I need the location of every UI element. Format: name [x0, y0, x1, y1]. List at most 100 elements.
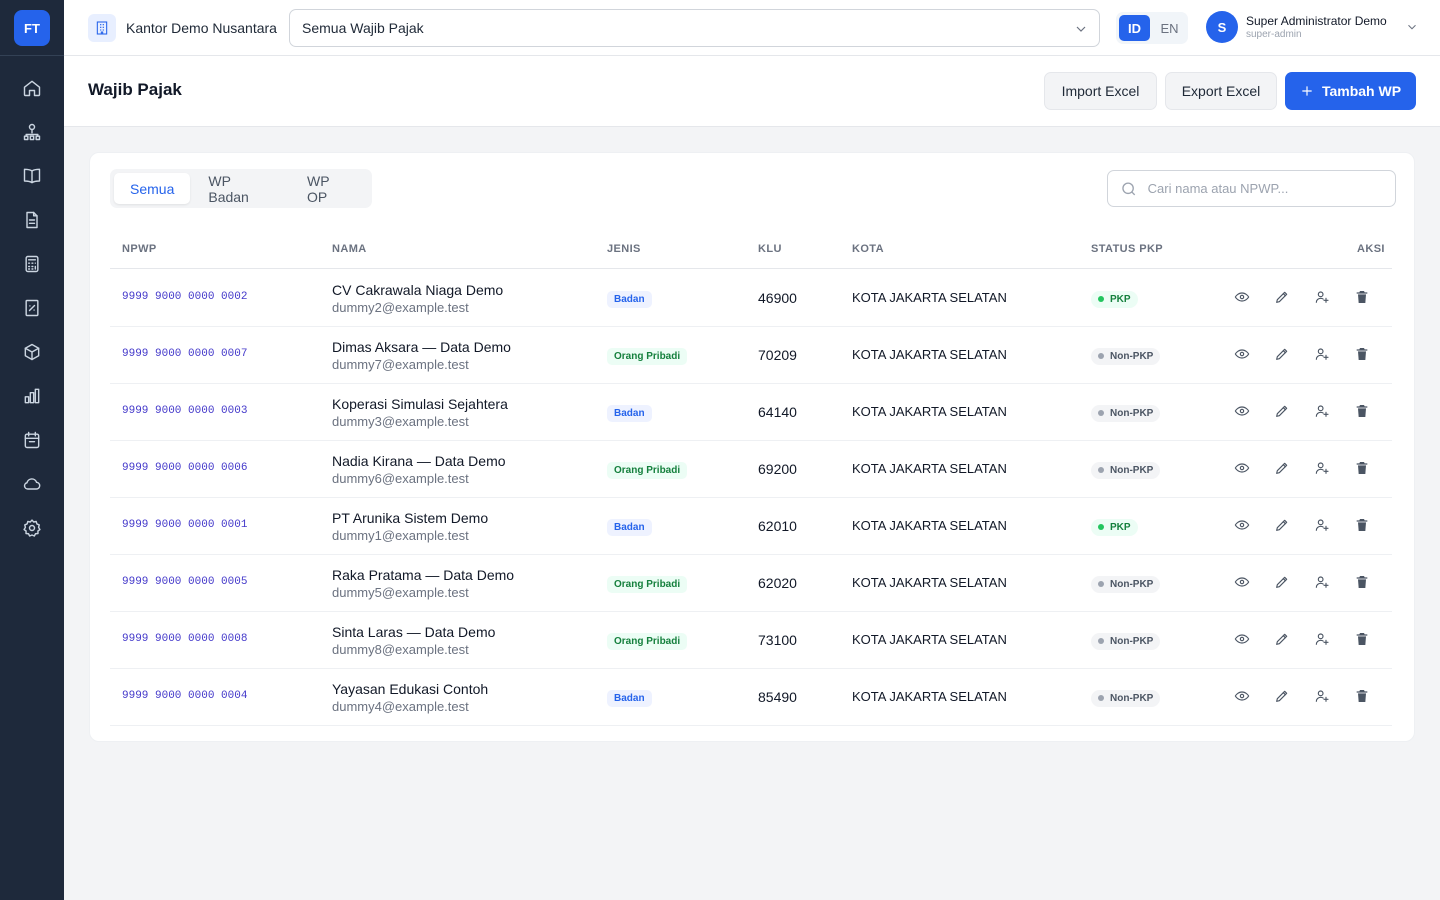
- assign-user-button[interactable]: [1314, 631, 1330, 647]
- tab-semua[interactable]: Semua: [114, 173, 191, 204]
- taxpayer-name[interactable]: Nadia Kirana — Data Demo: [332, 452, 506, 470]
- table-row[interactable]: 9999 9000 0000 0007 Dimas Aksara — Data …: [110, 327, 1392, 384]
- page-header: Wajib Pajak Import Excel Export Excel Ta…: [64, 56, 1440, 127]
- import-excel-button[interactable]: Import Excel: [1044, 72, 1157, 110]
- table-row[interactable]: 9999 9000 0000 0008 Sinta Laras — Data D…: [110, 612, 1392, 669]
- status-label: Non-PKP: [1110, 407, 1154, 419]
- view-button[interactable]: [1234, 631, 1250, 647]
- npwp-link[interactable]: 9999 9000 0000 0001: [122, 519, 247, 531]
- taxpayer-name[interactable]: Koperasi Simulasi Sejahtera: [332, 395, 508, 413]
- tab-wp-op[interactable]: WP OP: [291, 173, 368, 205]
- office-switcher[interactable]: Kantor Demo Nusantara: [88, 14, 277, 42]
- sidebar-item-cloud[interactable]: [0, 462, 64, 506]
- tab-wp-badan[interactable]: WP Badan: [192, 173, 289, 205]
- col-npwp[interactable]: NPWP: [122, 243, 157, 255]
- taxpayer-name[interactable]: CV Cakrawala Niaga Demo: [332, 281, 503, 299]
- export-excel-button[interactable]: Export Excel: [1165, 72, 1277, 110]
- npwp-link[interactable]: 9999 9000 0000 0006: [122, 462, 247, 474]
- taxpayer-name[interactable]: Dimas Aksara — Data Demo: [332, 338, 511, 356]
- npwp-link[interactable]: 9999 9000 0000 0007: [122, 348, 247, 360]
- table-row[interactable]: 9999 9000 0000 0006 Nadia Kirana — Data …: [110, 441, 1392, 498]
- lang-en-button[interactable]: EN: [1154, 15, 1185, 41]
- npwp-link[interactable]: 9999 9000 0000 0004: [122, 690, 247, 702]
- edit-button[interactable]: [1274, 631, 1290, 647]
- view-button[interactable]: [1234, 289, 1250, 305]
- taxpayer-name[interactable]: Sinta Laras — Data Demo: [332, 623, 495, 641]
- assign-user-button[interactable]: [1314, 574, 1330, 590]
- table-row[interactable]: 9999 9000 0000 0004 Yayasan Edukasi Cont…: [110, 669, 1392, 726]
- pencil-icon: [1276, 633, 1288, 645]
- npwp-link[interactable]: 9999 9000 0000 0005: [122, 576, 247, 588]
- user-menu[interactable]: S Super Administrator Demo super-admin: [1206, 11, 1419, 43]
- taxpayer-select[interactable]: Semua Wajib Pajak: [289, 9, 1100, 47]
- taxpayer-name[interactable]: Raka Pratama — Data Demo: [332, 566, 514, 584]
- status-label: PKP: [1110, 293, 1131, 305]
- sidebar-item-products[interactable]: [0, 330, 64, 374]
- add-taxpayer-button[interactable]: Tambah WP: [1285, 72, 1416, 110]
- view-button[interactable]: [1234, 517, 1250, 533]
- sidebar-item-settings[interactable]: [0, 506, 64, 550]
- edit-button[interactable]: [1274, 517, 1290, 533]
- delete-button[interactable]: [1354, 688, 1370, 704]
- row-actions: [1234, 346, 1370, 362]
- sidebar-item-book[interactable]: [0, 154, 64, 198]
- sidebar-item-calendar[interactable]: [0, 418, 64, 462]
- delete-button[interactable]: [1354, 460, 1370, 476]
- edit-button[interactable]: [1274, 688, 1290, 704]
- table-row[interactable]: 9999 9000 0000 0005 Raka Pratama — Data …: [110, 555, 1392, 612]
- edit-button[interactable]: [1274, 460, 1290, 476]
- view-button[interactable]: [1234, 460, 1250, 476]
- table-row[interactable]: 9999 9000 0000 0003 Koperasi Simulasi Se…: [110, 384, 1392, 441]
- sidebar-item-reports[interactable]: [0, 374, 64, 418]
- sidebar-item-documents[interactable]: [0, 198, 64, 242]
- col-nama[interactable]: NAMA: [332, 243, 367, 255]
- sidebar-item-home[interactable]: [0, 66, 64, 110]
- sidebar-item-calculator[interactable]: [0, 242, 64, 286]
- assign-user-button[interactable]: [1314, 346, 1330, 362]
- sidebar-item-receipt[interactable]: [0, 286, 64, 330]
- taxpayer-name[interactable]: Yayasan Edukasi Contoh: [332, 680, 488, 698]
- col-klu[interactable]: KLU: [758, 243, 782, 255]
- npwp-link[interactable]: 9999 9000 0000 0002: [122, 291, 247, 303]
- assign-user-button[interactable]: [1314, 289, 1330, 305]
- receipt-icon: [25, 299, 39, 317]
- search-input[interactable]: [1147, 181, 1383, 196]
- sidebar-item-organization[interactable]: [0, 110, 64, 154]
- col-kota[interactable]: KOTA: [852, 243, 884, 255]
- delete-button[interactable]: [1354, 289, 1370, 305]
- taxpayer-name[interactable]: PT Arunika Sistem Demo: [332, 509, 488, 527]
- name-cell: Dimas Aksara — Data Demo dummy7@example.…: [332, 338, 511, 374]
- user-role: super-admin: [1246, 28, 1302, 40]
- klu-cell: 70209: [758, 347, 797, 363]
- delete-button[interactable]: [1354, 346, 1370, 362]
- table-row[interactable]: 9999 9000 0000 0002 CV Cakrawala Niaga D…: [110, 270, 1392, 327]
- edit-button[interactable]: [1274, 346, 1290, 362]
- delete-button[interactable]: [1354, 574, 1370, 590]
- app-logo[interactable]: FT: [14, 10, 50, 46]
- assign-user-button[interactable]: [1314, 460, 1330, 476]
- assign-user-button[interactable]: [1314, 403, 1330, 419]
- delete-button[interactable]: [1354, 517, 1370, 533]
- edit-button[interactable]: [1274, 289, 1290, 305]
- status-badge: Non-PKP: [1091, 689, 1161, 707]
- view-button[interactable]: [1234, 346, 1250, 362]
- delete-button[interactable]: [1354, 631, 1370, 647]
- delete-button[interactable]: [1354, 403, 1370, 419]
- view-button[interactable]: [1234, 574, 1250, 590]
- npwp-link[interactable]: 9999 9000 0000 0008: [122, 633, 247, 645]
- gear-icon: [23, 519, 41, 537]
- col-status[interactable]: STATUS PKP: [1091, 243, 1163, 255]
- jenis-cell: Badan: [607, 289, 652, 308]
- taxpayer-email: dummy8@example.test: [332, 642, 469, 657]
- col-jenis[interactable]: JENIS: [607, 243, 641, 255]
- view-button[interactable]: [1234, 403, 1250, 419]
- lang-id-button[interactable]: ID: [1119, 15, 1150, 41]
- assign-user-button[interactable]: [1314, 688, 1330, 704]
- npwp-link[interactable]: 9999 9000 0000 0003: [122, 405, 247, 417]
- col-aksi: AKSI: [1357, 243, 1385, 255]
- view-button[interactable]: [1234, 688, 1250, 704]
- edit-button[interactable]: [1274, 403, 1290, 419]
- table-row[interactable]: 9999 9000 0000 0001 PT Arunika Sistem De…: [110, 498, 1392, 555]
- edit-button[interactable]: [1274, 574, 1290, 590]
- assign-user-button[interactable]: [1314, 517, 1330, 533]
